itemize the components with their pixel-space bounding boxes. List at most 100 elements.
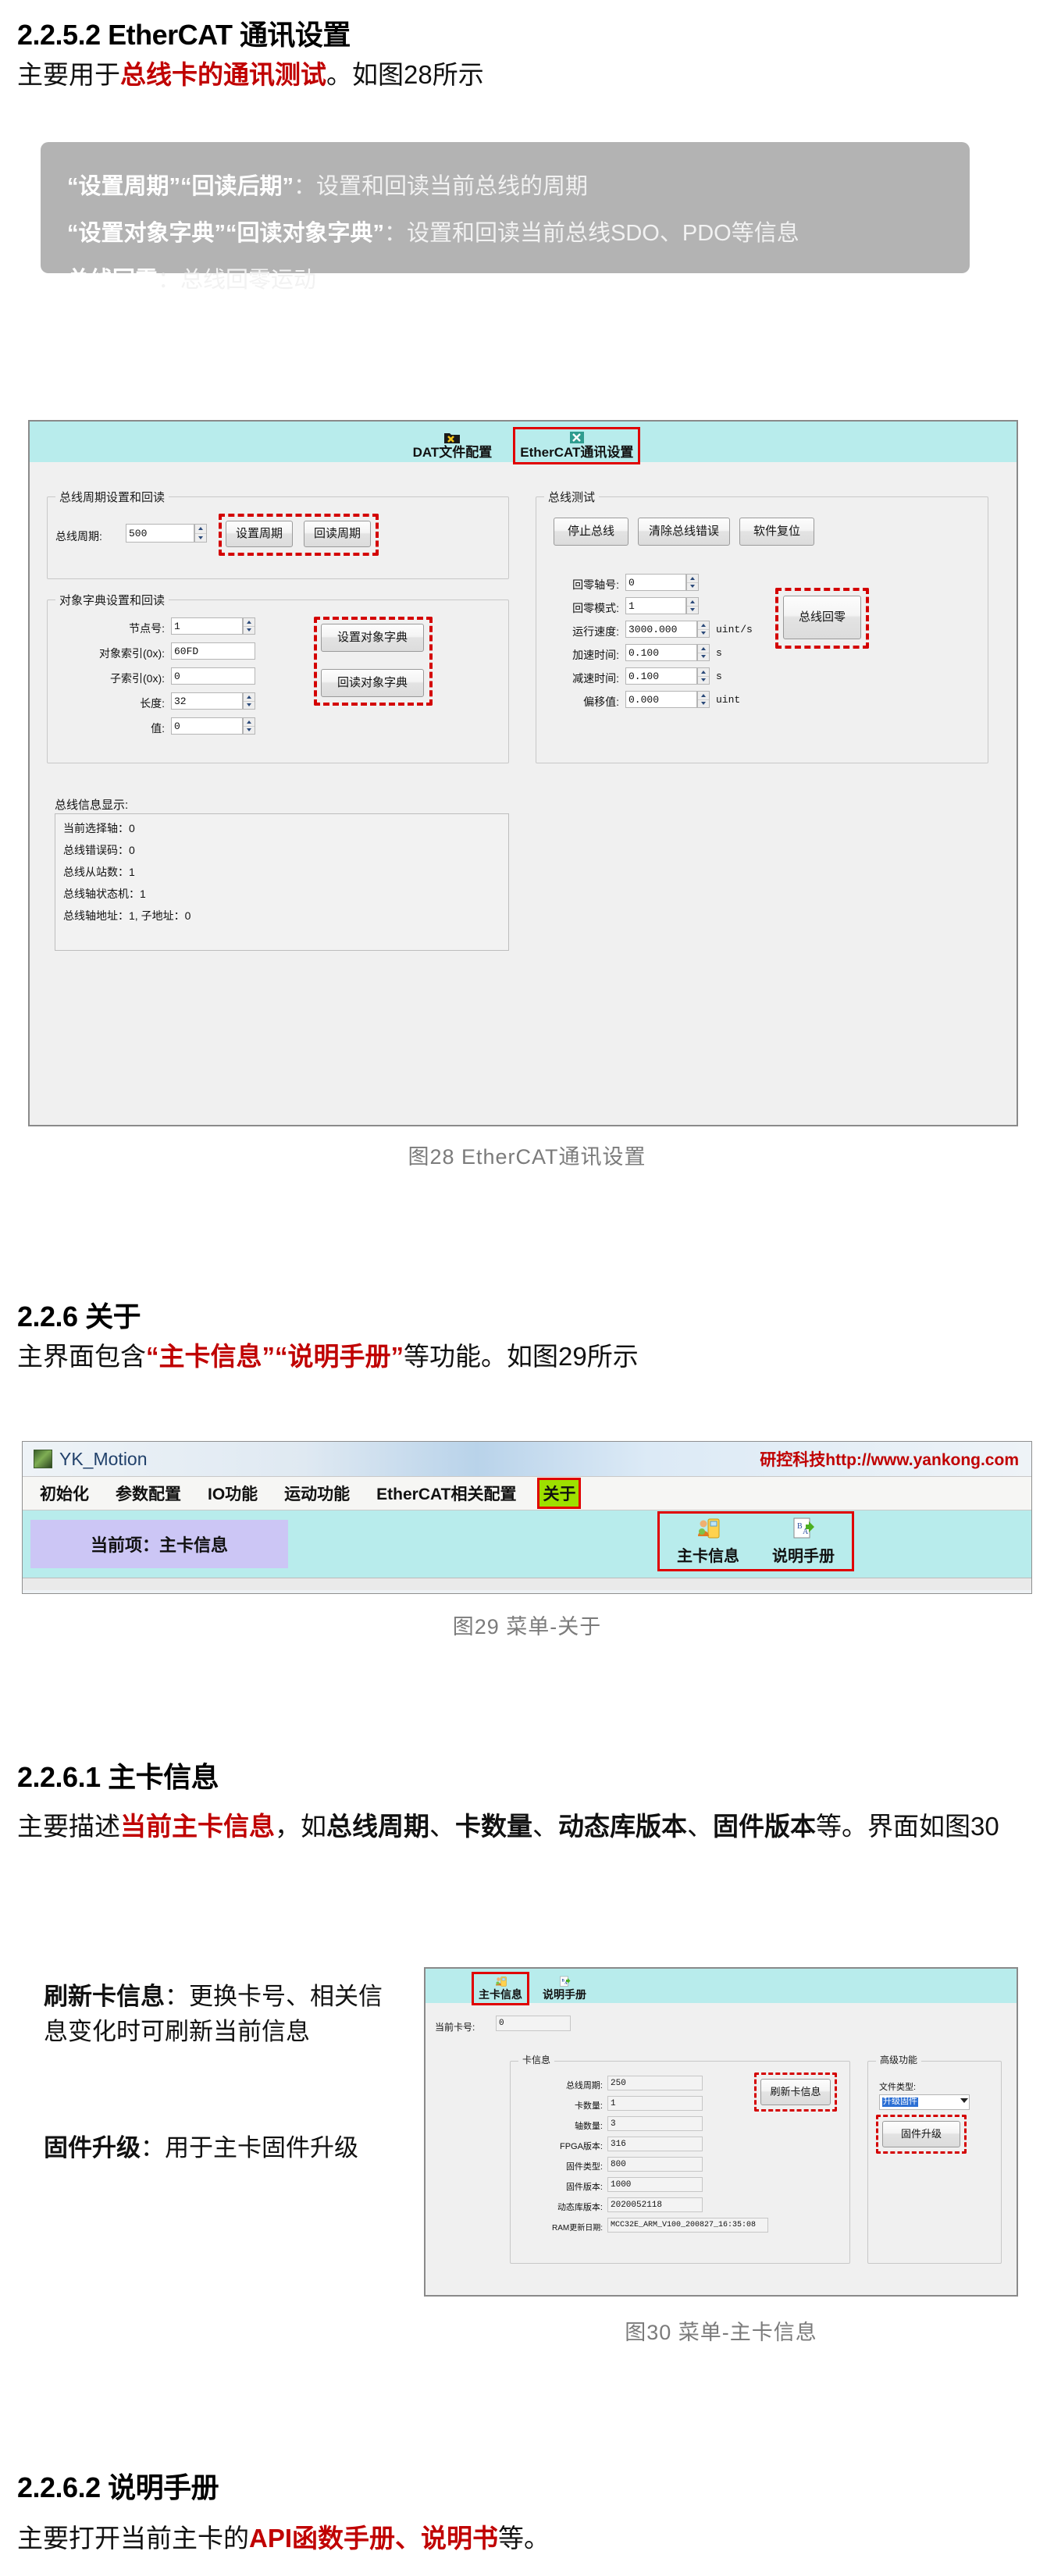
decel-time-spinner[interactable]	[697, 667, 710, 685]
tab-ethercat-comm-settings-label: EtherCAT通讯设置	[520, 445, 634, 461]
group-card-info: 卡信息 总线周期: 250 卡数量: 1 轴数量: 3 FPGA版本: 316 …	[510, 2053, 850, 2264]
p2261-line2-sep: 、	[687, 1812, 713, 1841]
bus-info-line-5: 总线轴地址：1, 子地址：0	[63, 909, 191, 922]
length-input[interactable]: 32	[171, 692, 243, 710]
bus-info-line-4: 总线轴状态机：1	[63, 888, 146, 900]
cardinfo-fpga-version-label: FPGA版本:	[559, 2142, 603, 2151]
accel-time-unit: s	[716, 647, 722, 659]
group-bus-cycle: 总线周期设置和回读 总线周期: 500 设置周期 回读周期	[47, 489, 509, 579]
cardinfo-axis-count-label: 轴数量:	[574, 2122, 603, 2131]
accel-time-input[interactable]: 0.100	[625, 644, 697, 661]
run-speed-spinner[interactable]	[697, 621, 710, 638]
clear-bus-error-button[interactable]: 清除总线错误	[638, 518, 730, 546]
card-info-icon	[493, 1976, 508, 1988]
homing-axis-input[interactable]: 0	[625, 574, 686, 591]
menu-item-io[interactable]: IO功能	[205, 1480, 261, 1507]
value-input[interactable]: 0	[171, 717, 243, 735]
menu-item-motion[interactable]: 运动功能	[281, 1480, 353, 1507]
p2261-suffix: 等。界面如图30	[816, 1812, 999, 1841]
group-bus-test: 总线测试 停止总线 清除总线错误 软件复位 回零轴号: 0 回零模式: 1 运行…	[536, 489, 988, 763]
intro-suffix: 。如图28所示	[326, 60, 484, 89]
homing-axis-spinner[interactable]	[686, 574, 699, 591]
software-reset-button[interactable]: 软件复位	[739, 518, 814, 546]
set-cycle-button[interactable]: 设置周期	[226, 521, 293, 547]
callout-line-3-bold: 总线回零	[67, 268, 158, 294]
manual-icon: B A	[790, 1517, 817, 1542]
intro-highlight: 总线卡的通讯测试	[120, 60, 326, 89]
object-index-input[interactable]: 60FD	[171, 642, 255, 660]
tab-card-info[interactable]: 主卡信息	[472, 1972, 529, 2005]
accel-time-label: 加速时间:	[572, 649, 619, 661]
chevron-down-icon[interactable]	[960, 2098, 968, 2103]
tab-dat-file-config[interactable]: DAT文件配置	[408, 429, 497, 462]
yk-window-title: YK_Motion	[59, 1448, 148, 1469]
figure-29-screenshot: YK_Motion 研控科技http://www.yankong.com 初始化…	[22, 1441, 1032, 1594]
tab-manual[interactable]: B A 说明手册	[538, 1974, 591, 2003]
menu-item-ethercat[interactable]: EtherCAT相关配置	[373, 1480, 519, 1507]
toolbar-manual[interactable]: B A 说明手册	[763, 1517, 844, 1566]
tab-manual-label: 说明手册	[543, 1988, 586, 2001]
menu-item-about[interactable]: 关于	[537, 1478, 582, 1509]
run-speed-input[interactable]: 3000.000	[625, 621, 697, 638]
offset-value-label: 偏移值:	[583, 696, 619, 708]
menu-item-init[interactable]: 初始化	[37, 1480, 92, 1507]
bus-info-line-3: 总线从站数：1	[63, 866, 135, 878]
notes-refresh-card: 刷新卡信息：更换卡号、相关信息变化时可刷新当前信息	[44, 1980, 387, 2050]
homing-mode-spinner[interactable]	[686, 597, 699, 614]
cardinfo-axis-count-value: 3	[607, 2116, 703, 2131]
offset-value-spinner[interactable]	[697, 691, 710, 708]
heading-2-2-6-1: 2.2.6.1 主卡信息	[17, 1761, 219, 1793]
offset-value-input[interactable]: 0.000	[625, 691, 697, 708]
cardinfo-firmware-version-value: 1000	[607, 2177, 703, 2192]
refresh-card-info-button[interactable]: 刷新卡信息	[760, 2079, 831, 2105]
sub-index-input[interactable]: 0	[171, 667, 255, 685]
bus-info-title: 总线信息显示:	[55, 799, 129, 812]
cardinfo-fpga-version-value: 316	[607, 2137, 703, 2151]
cardinfo-dll-version-label: 动态库版本:	[557, 2203, 603, 2212]
node-id-spinner[interactable]	[243, 617, 255, 635]
menu-item-param[interactable]: 参数配置	[112, 1480, 184, 1507]
about-toolbar-group: 主卡信息 B A 说明手册	[657, 1511, 854, 1571]
tab-ethercat-comm-settings[interactable]: EtherCAT通讯设置	[513, 427, 641, 464]
callout-line-2-rest: ：设置和回读当前总线SDO、PDO等信息	[384, 221, 799, 247]
yk-company-url: 研控科技http://www.yankong.com	[760, 1451, 1019, 1469]
p2261-highlight: 当前主卡信息	[120, 1812, 275, 1841]
tab-card-info-label: 主卡信息	[479, 1988, 522, 2001]
decel-time-label: 减速时间:	[572, 672, 619, 685]
cardinfo-card-count-label: 卡数量:	[574, 2101, 603, 2111]
readback-cycle-button[interactable]: 回读周期	[304, 521, 371, 547]
intro-226-highlight-2: “说明手册”	[275, 1342, 404, 1371]
p2261-b2: 卡数量	[455, 1812, 532, 1841]
object-index-label: 对象索引(0x):	[99, 647, 165, 660]
file-type-select[interactable]: 升级固件	[879, 2094, 970, 2110]
bus-cycle-spinner[interactable]	[194, 524, 207, 543]
cardinfo-bus-cycle-value: 250	[607, 2076, 703, 2090]
group-object-dictionary: 对象字典设置和回读 节点号: 1 对象索引(0x): 60FD 子索引(0x):…	[47, 592, 509, 763]
bus-cycle-input[interactable]: 500	[126, 524, 194, 543]
decel-time-input[interactable]: 0.100	[625, 667, 697, 685]
toolbar-card-info[interactable]: 主卡信息	[668, 1517, 749, 1566]
length-spinner[interactable]	[243, 692, 255, 710]
file-type-value: 升级固件	[882, 2097, 918, 2107]
cardinfo-firmware-type-value: 800	[607, 2157, 703, 2172]
node-id-input[interactable]: 1	[171, 617, 243, 635]
firmware-upgrade-button[interactable]: 固件升级	[882, 2121, 960, 2147]
cardinfo-card-count-value: 1	[607, 2096, 703, 2111]
value-spinner[interactable]	[243, 717, 255, 735]
set-object-dictionary-button[interactable]: 设置对象字典	[321, 624, 424, 652]
svg-text:A: A	[564, 1982, 568, 1986]
tab-dat-file-config-label: DAT文件配置	[412, 445, 493, 461]
accel-time-spinner[interactable]	[697, 644, 710, 661]
group-bus-cycle-title: 总线周期设置和回读	[55, 489, 169, 505]
callout-box: “设置周期”“回读后期”：设置和回读当前总线的周期 “设置对象字典”“回读对象字…	[41, 142, 970, 293]
bus-homing-button[interactable]: 总线回零	[783, 596, 861, 639]
current-card-input[interactable]: 0	[496, 2016, 571, 2031]
cardinfo-firmware-type-label: 固件类型:	[565, 2162, 603, 2172]
readback-object-dictionary-button[interactable]: 回读对象字典	[321, 669, 424, 697]
stop-bus-button[interactable]: 停止总线	[554, 518, 628, 546]
yk-titlebar: YK_Motion 研控科技http://www.yankong.com	[23, 1442, 1031, 1476]
decel-time-unit: s	[716, 671, 722, 682]
homing-mode-input[interactable]: 1	[625, 597, 686, 614]
yk-footer	[23, 1578, 1031, 1590]
p2262-suffix: 等。	[498, 2524, 550, 2553]
